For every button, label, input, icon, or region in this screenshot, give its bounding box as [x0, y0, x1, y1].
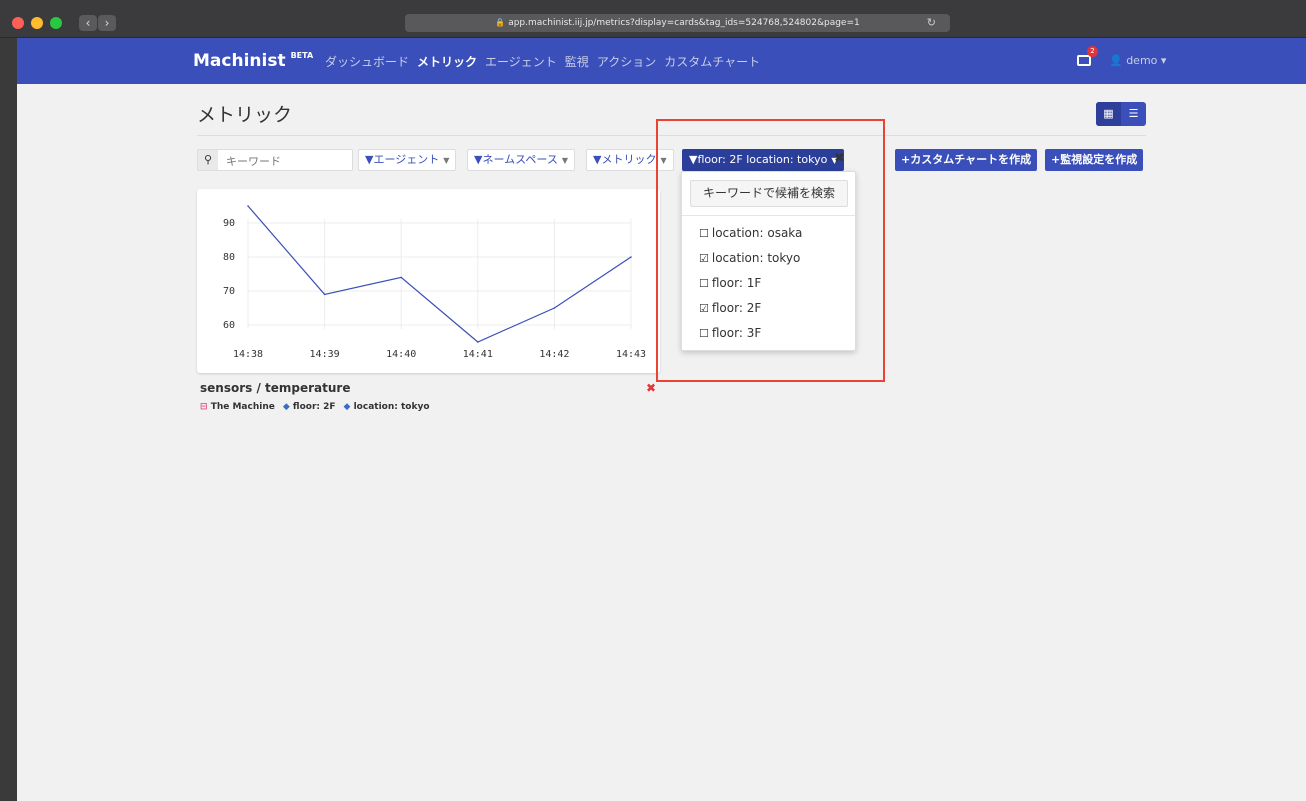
agent-name: The Machine	[210, 402, 275, 412]
brand-logo[interactable]: Machinist BETA	[193, 51, 313, 71]
nav-dashboard[interactable]: ダッシュボード	[325, 53, 409, 70]
chevron-right-icon: ›	[104, 16, 110, 30]
metric-filter-label: メトリック	[601, 153, 657, 166]
view-toggle: ▦ ☰	[1096, 102, 1146, 126]
url-text: app.machinist.iij.jp/metrics?display=car…	[508, 18, 860, 28]
title-bar: ‹ › 🔒 app.machinist.iij.jp/metrics?displa…	[0, 0, 1306, 38]
top-navbar: Machinist BETA ダッシュボード メトリック エージェント 監視 アク…	[17, 38, 1306, 84]
nav-actions[interactable]: アクション	[597, 53, 656, 70]
keyword-search[interactable]: ⚲ キーワード	[197, 149, 353, 171]
nav-agents[interactable]: エージェント	[485, 53, 557, 70]
chevron-left-icon: ‹	[85, 16, 91, 30]
create-monitor-button[interactable]: +監視設定を作成	[1045, 149, 1144, 171]
tag-floor-label: floor: 2F	[292, 402, 336, 412]
data-point	[400, 276, 402, 279]
caret-down-icon: ▾	[1160, 54, 1167, 67]
notification-badge: 2	[1087, 46, 1098, 57]
user-name: demo	[1126, 54, 1158, 67]
data-point	[247, 205, 249, 207]
minimize-window-button[interactable]	[31, 17, 43, 29]
grid-view-icon[interactable]: ▦	[1096, 102, 1121, 126]
y-tick-label: 70	[223, 286, 235, 297]
data-point	[553, 307, 556, 309]
brand-name: Machinist	[193, 51, 286, 71]
metric-card-title[interactable]: sensors / temperature	[200, 381, 350, 395]
agent-filter-label: エージェント	[373, 153, 440, 166]
temperature-chart: 60 70 80 90 14:38 14:39 14:40 14:41 14:42 14:43	[223, 205, 646, 360]
card-tags: ⊟ The Machine ◆ floor: 2F ◆ location: to…	[200, 402, 430, 412]
namespace-filter-label: ネームスペース	[482, 153, 558, 166]
x-tick-label: 14:42	[539, 349, 569, 360]
create-monitor-label: 監視設定を作成	[1060, 153, 1138, 166]
tag-icon: ◆	[282, 402, 290, 412]
tag-location[interactable]: ◆ location: tokyo	[344, 402, 430, 412]
back-button[interactable]: ‹	[79, 15, 97, 31]
create-custom-chart-button[interactable]: +カスタムチャートを作成	[895, 149, 1038, 171]
nav-monitoring[interactable]: 監視	[565, 53, 589, 70]
series-line	[247, 205, 632, 343]
x-tick-label: 14:41	[463, 349, 493, 360]
search-icon: ⚲	[198, 150, 218, 170]
lock-icon: 🔒	[495, 18, 506, 27]
tag-location-label: location: tokyo	[353, 402, 430, 412]
data-point	[323, 293, 326, 296]
nav-custom-charts[interactable]: カスタムチャート	[664, 53, 760, 70]
highlight-box	[656, 119, 885, 382]
agent-icon: ⊟	[200, 402, 208, 412]
agent-tag[interactable]: ⊟ The Machine	[200, 402, 275, 412]
beta-badge: BETA	[290, 51, 314, 60]
x-tick-label: 14:40	[386, 349, 416, 360]
tag-icon: ◆	[343, 402, 351, 412]
user-menu[interactable]: 👤 demo ▾	[1109, 54, 1166, 67]
page-title: メトリック	[197, 104, 293, 126]
list-view-icon[interactable]: ☰	[1121, 102, 1146, 126]
tag-floor[interactable]: ◆ floor: 2F	[283, 402, 336, 412]
caret-down-icon: ▼	[443, 156, 450, 165]
create-custom-chart-label: カスタムチャートを作成	[910, 153, 1032, 166]
page-content: Machinist BETA ダッシュボード メトリック エージェント 監視 アク…	[17, 38, 1306, 801]
x-tick-label: 14:38	[233, 349, 263, 360]
metric-card[interactable]: 60 70 80 90 14:38 14:39 14:40 14:41 14:42 14:43	[197, 189, 660, 373]
namespace-filter-button[interactable]: ▼ネームスペース ▼	[467, 149, 575, 171]
nav-metrics[interactable]: メトリック	[417, 53, 477, 70]
nav-links: ダッシュボード メトリック エージェント 監視 アクション カスタムチャート	[325, 53, 768, 70]
reload-icon[interactable]: ↻	[927, 14, 936, 32]
y-tick-label: 80	[223, 252, 235, 263]
y-tick-label: 90	[223, 218, 235, 229]
inbox-icon[interactable]	[1077, 55, 1091, 66]
remove-card-icon[interactable]: ✖	[646, 381, 656, 395]
y-tick-label: 60	[223, 320, 235, 331]
caret-down-icon: ▼	[561, 156, 568, 165]
agent-filter-button[interactable]: ▼エージェント ▼	[358, 149, 457, 171]
forward-button[interactable]: ›	[98, 15, 116, 31]
address-bar[interactable]: 🔒 app.machinist.iij.jp/metrics?display=ca…	[405, 14, 950, 32]
data-point	[630, 256, 632, 258]
browser-window: ‹ › 🔒 app.machinist.iij.jp/metrics?displa…	[0, 0, 1306, 801]
user-icon: 👤	[1109, 54, 1123, 67]
data-point	[477, 341, 479, 343]
zoom-window-button[interactable]	[50, 17, 62, 29]
x-tick-label: 14:39	[310, 349, 340, 360]
search-placeholder: キーワード	[226, 155, 281, 168]
x-tick-label: 14:43	[616, 349, 646, 360]
close-window-button[interactable]	[12, 17, 24, 29]
